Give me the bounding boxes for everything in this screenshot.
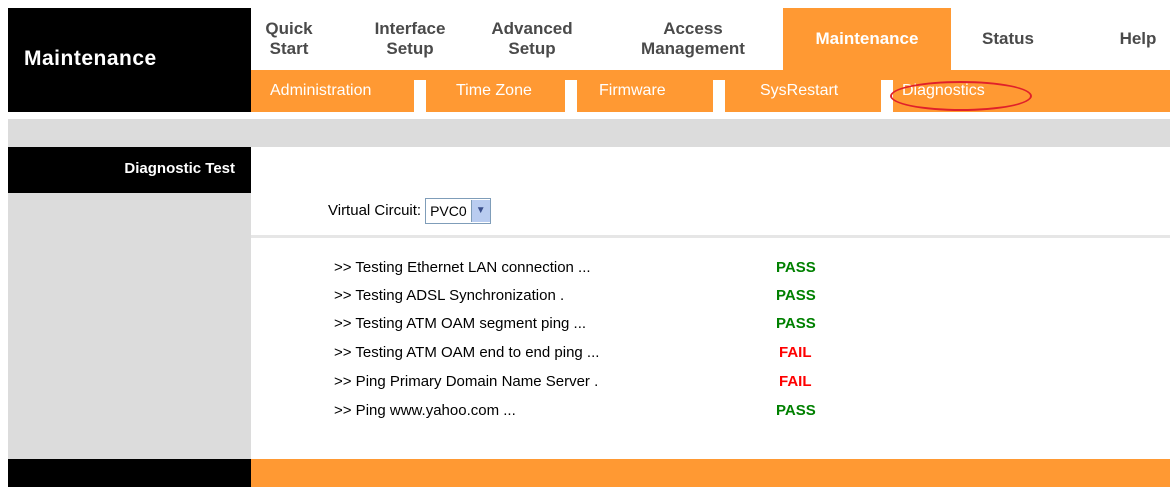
virtual-circuit-row: Virtual Circuit: PVC0 ▼ [328,197,491,225]
tab-label: Status [982,29,1034,48]
section-header: Diagnostic Test [8,147,251,193]
tab-label: Interface Setup [374,19,446,58]
subnav-separator [565,80,577,112]
virtual-circuit-label: Virtual Circuit: [328,202,422,219]
test-label: >> Testing ATM OAM segment ping ... [334,315,587,332]
test-label: >> Ping www.yahoo.com ... [334,402,516,419]
tab-label: Access Management [641,19,745,58]
test-label: >> Testing Ethernet LAN connection ... [334,259,591,276]
subnav-separator [414,80,426,112]
tab-quick-start[interactable]: Quick Start [251,8,327,70]
tab-status[interactable]: Status [951,8,1065,70]
tab-interface-setup[interactable]: Interface Setup [355,8,465,70]
subnav-sysrestart[interactable]: SysRestart [760,70,838,112]
section-title: Diagnostic Test [124,160,235,177]
test-result: FAIL [779,344,812,361]
virtual-circuit-select[interactable]: PVC0 ▼ [425,198,491,224]
highlight-ellipse [890,81,1032,111]
test-result: PASS [776,259,816,276]
tab-help[interactable]: Help [1109,8,1167,70]
tab-label: Quick Start [265,19,313,58]
virtual-circuit-value: PVC0 [430,203,467,219]
divider [251,235,1170,238]
top-nav: Quick Start Interface Setup Advanced Set… [251,8,1170,70]
tab-advanced-setup[interactable]: Advanced Setup [477,8,587,70]
tab-maintenance[interactable]: Maintenance [783,8,951,70]
brand-header: Maintenance [8,8,251,112]
tab-label: Advanced Setup [491,19,573,58]
test-result: PASS [776,287,816,304]
footer-right [251,459,1170,487]
sub-nav: Administration Time Zone Firmware SysRes… [251,70,1170,112]
footer-left [8,459,251,487]
test-result: FAIL [779,373,812,390]
subnav-administration[interactable]: Administration [270,70,371,112]
subnav-separator [713,80,725,112]
left-column [8,147,251,459]
tab-label: Help [1119,29,1157,48]
subnav-time-zone[interactable]: Time Zone [456,70,532,112]
test-label: >> Testing ATM OAM end to end ping ... [334,344,600,361]
test-label: >> Testing ADSL Synchronization . [334,287,565,304]
subnav-firmware[interactable]: Firmware [599,70,666,112]
test-result: PASS [776,402,816,419]
brand-title: Maintenance [24,47,157,70]
tab-access-management[interactable]: Access Management [627,8,759,70]
test-result: PASS [776,315,816,332]
chevron-down-icon[interactable]: ▼ [470,200,490,222]
tab-label: Maintenance [815,29,919,48]
test-label: >> Ping Primary Domain Name Server . [334,373,599,390]
spacer-bar [8,119,1170,147]
